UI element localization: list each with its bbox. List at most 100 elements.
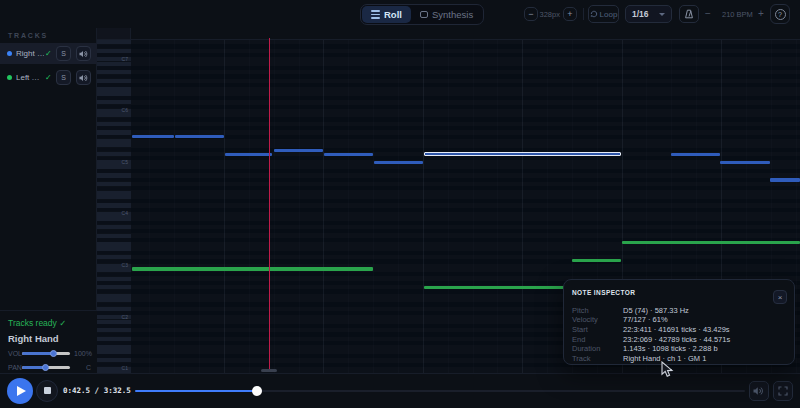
piano-key[interactable]: [97, 221, 131, 224]
piano-key[interactable]: [97, 143, 131, 147]
piano-key[interactable]: [97, 148, 131, 151]
piano-key[interactable]: [97, 203, 131, 207]
piano-key[interactable]: [97, 268, 131, 272]
zoom-in-button[interactable]: +: [563, 7, 577, 21]
volume-slider-thumb[interactable]: [50, 350, 57, 357]
piano-key[interactable]: [97, 178, 131, 181]
tab-roll[interactable]: Roll: [362, 6, 411, 23]
fullscreen-button[interactable]: [773, 381, 793, 401]
piano-key[interactable]: [97, 195, 131, 199]
midi-note[interactable]: [225, 153, 272, 157]
piano-key[interactable]: [97, 96, 131, 99]
piano-key[interactable]: [97, 328, 131, 332]
midi-note[interactable]: [671, 153, 720, 157]
metronome-button[interactable]: [679, 5, 699, 23]
piano-key[interactable]: [97, 122, 131, 126]
piano-key[interactable]: [97, 251, 131, 254]
solo-button[interactable]: S: [56, 46, 71, 61]
piano-key[interactable]: [97, 350, 131, 354]
piano-key[interactable]: [97, 152, 131, 156]
piano-key[interactable]: [97, 169, 131, 172]
piano-key[interactable]: [97, 281, 131, 284]
track-row-left-hand[interactable]: Left … ✓ S: [0, 67, 97, 88]
piano-key[interactable]: [97, 79, 131, 83]
bpm-increase-button[interactable]: +: [758, 8, 764, 19]
piano-key[interactable]: [97, 277, 131, 281]
close-icon[interactable]: ×: [773, 290, 787, 304]
piano-key[interactable]: [97, 337, 131, 341]
track-row-right-hand[interactable]: Right … ✓ S: [0, 43, 97, 64]
piano-key[interactable]: [97, 70, 131, 74]
piano-key[interactable]: [97, 307, 131, 311]
piano-key[interactable]: [97, 182, 131, 186]
midi-note[interactable]: [132, 135, 174, 139]
piano-key[interactable]: [97, 225, 131, 229]
piano-key[interactable]: [97, 358, 131, 362]
midi-note[interactable]: [175, 135, 225, 139]
midi-note[interactable]: [770, 178, 800, 182]
piano-key[interactable]: [97, 255, 131, 259]
loop-button[interactable]: Loop: [588, 5, 619, 23]
midi-note[interactable]: [572, 259, 621, 263]
seek-slider-thumb[interactable]: [252, 386, 262, 396]
timeline-ruler[interactable]: [97, 28, 800, 40]
piano-key[interactable]: [97, 45, 131, 48]
piano-key[interactable]: [97, 62, 131, 66]
piano-key[interactable]: [97, 75, 131, 78]
horizontal-scrollbar-thumb[interactable]: [261, 369, 277, 372]
grid-division-select[interactable]: 1/16: [625, 5, 672, 23]
piano-key[interactable]: [97, 126, 131, 129]
play-button[interactable]: [7, 378, 33, 404]
piano-key[interactable]: [97, 234, 131, 238]
piano-key[interactable]: [97, 246, 131, 250]
piano-key[interactable]: [97, 173, 131, 177]
piano-key[interactable]: [97, 354, 131, 357]
playhead[interactable]: [269, 38, 271, 372]
midi-note[interactable]: [132, 267, 373, 271]
piano-key[interactable]: [97, 49, 131, 53]
midi-note[interactable]: [720, 161, 770, 165]
piano-key[interactable]: [97, 40, 131, 44]
seek-slider[interactable]: [135, 390, 745, 393]
piano-key[interactable]: [97, 290, 131, 293]
piano-key[interactable]: [97, 273, 131, 276]
piano-key[interactable]: [97, 66, 131, 69]
midi-note[interactable]: [374, 161, 423, 165]
piano-key[interactable]: [97, 92, 131, 96]
piano-key[interactable]: [97, 187, 131, 190]
volume-button[interactable]: [749, 381, 769, 401]
piano-key[interactable]: [97, 341, 131, 344]
piano-key[interactable]: [97, 238, 131, 241]
piano-key[interactable]: [97, 135, 131, 138]
piano-key[interactable]: [97, 320, 131, 324]
solo-button[interactable]: S: [56, 70, 71, 85]
piano-key[interactable]: [97, 118, 131, 121]
zoom-out-button[interactable]: −: [524, 7, 538, 21]
stop-button[interactable]: [36, 380, 58, 402]
piano-key[interactable]: [97, 200, 131, 203]
midi-note[interactable]: [424, 286, 565, 290]
midi-note[interactable]: [274, 149, 324, 153]
midi-note-selected[interactable]: [424, 152, 621, 157]
mute-button[interactable]: [76, 46, 91, 61]
piano-key[interactable]: [97, 130, 131, 134]
piano-key[interactable]: [97, 298, 131, 302]
piano-key[interactable]: [97, 303, 131, 306]
piano-key[interactable]: [97, 230, 131, 233]
piano-key[interactable]: [97, 100, 131, 104]
piano-key[interactable]: [97, 216, 131, 220]
piano-key[interactable]: [97, 333, 131, 336]
piano-key[interactable]: [97, 165, 131, 169]
piano-key[interactable]: [97, 285, 131, 289]
pan-slider-thumb[interactable]: [42, 364, 49, 371]
piano-key[interactable]: [97, 113, 131, 117]
midi-note[interactable]: [622, 241, 800, 245]
midi-note[interactable]: [324, 153, 374, 157]
help-button[interactable]: ?: [770, 4, 790, 24]
tab-synthesis[interactable]: Synthesis: [411, 6, 482, 23]
piano-key[interactable]: [97, 324, 131, 327]
bpm-decrease-button[interactable]: −: [705, 8, 711, 19]
mute-button[interactable]: [76, 70, 91, 85]
piano-key[interactable]: [97, 83, 131, 86]
piano-keyboard[interactable]: C7C6C5C4C3C2C1: [97, 40, 131, 373]
